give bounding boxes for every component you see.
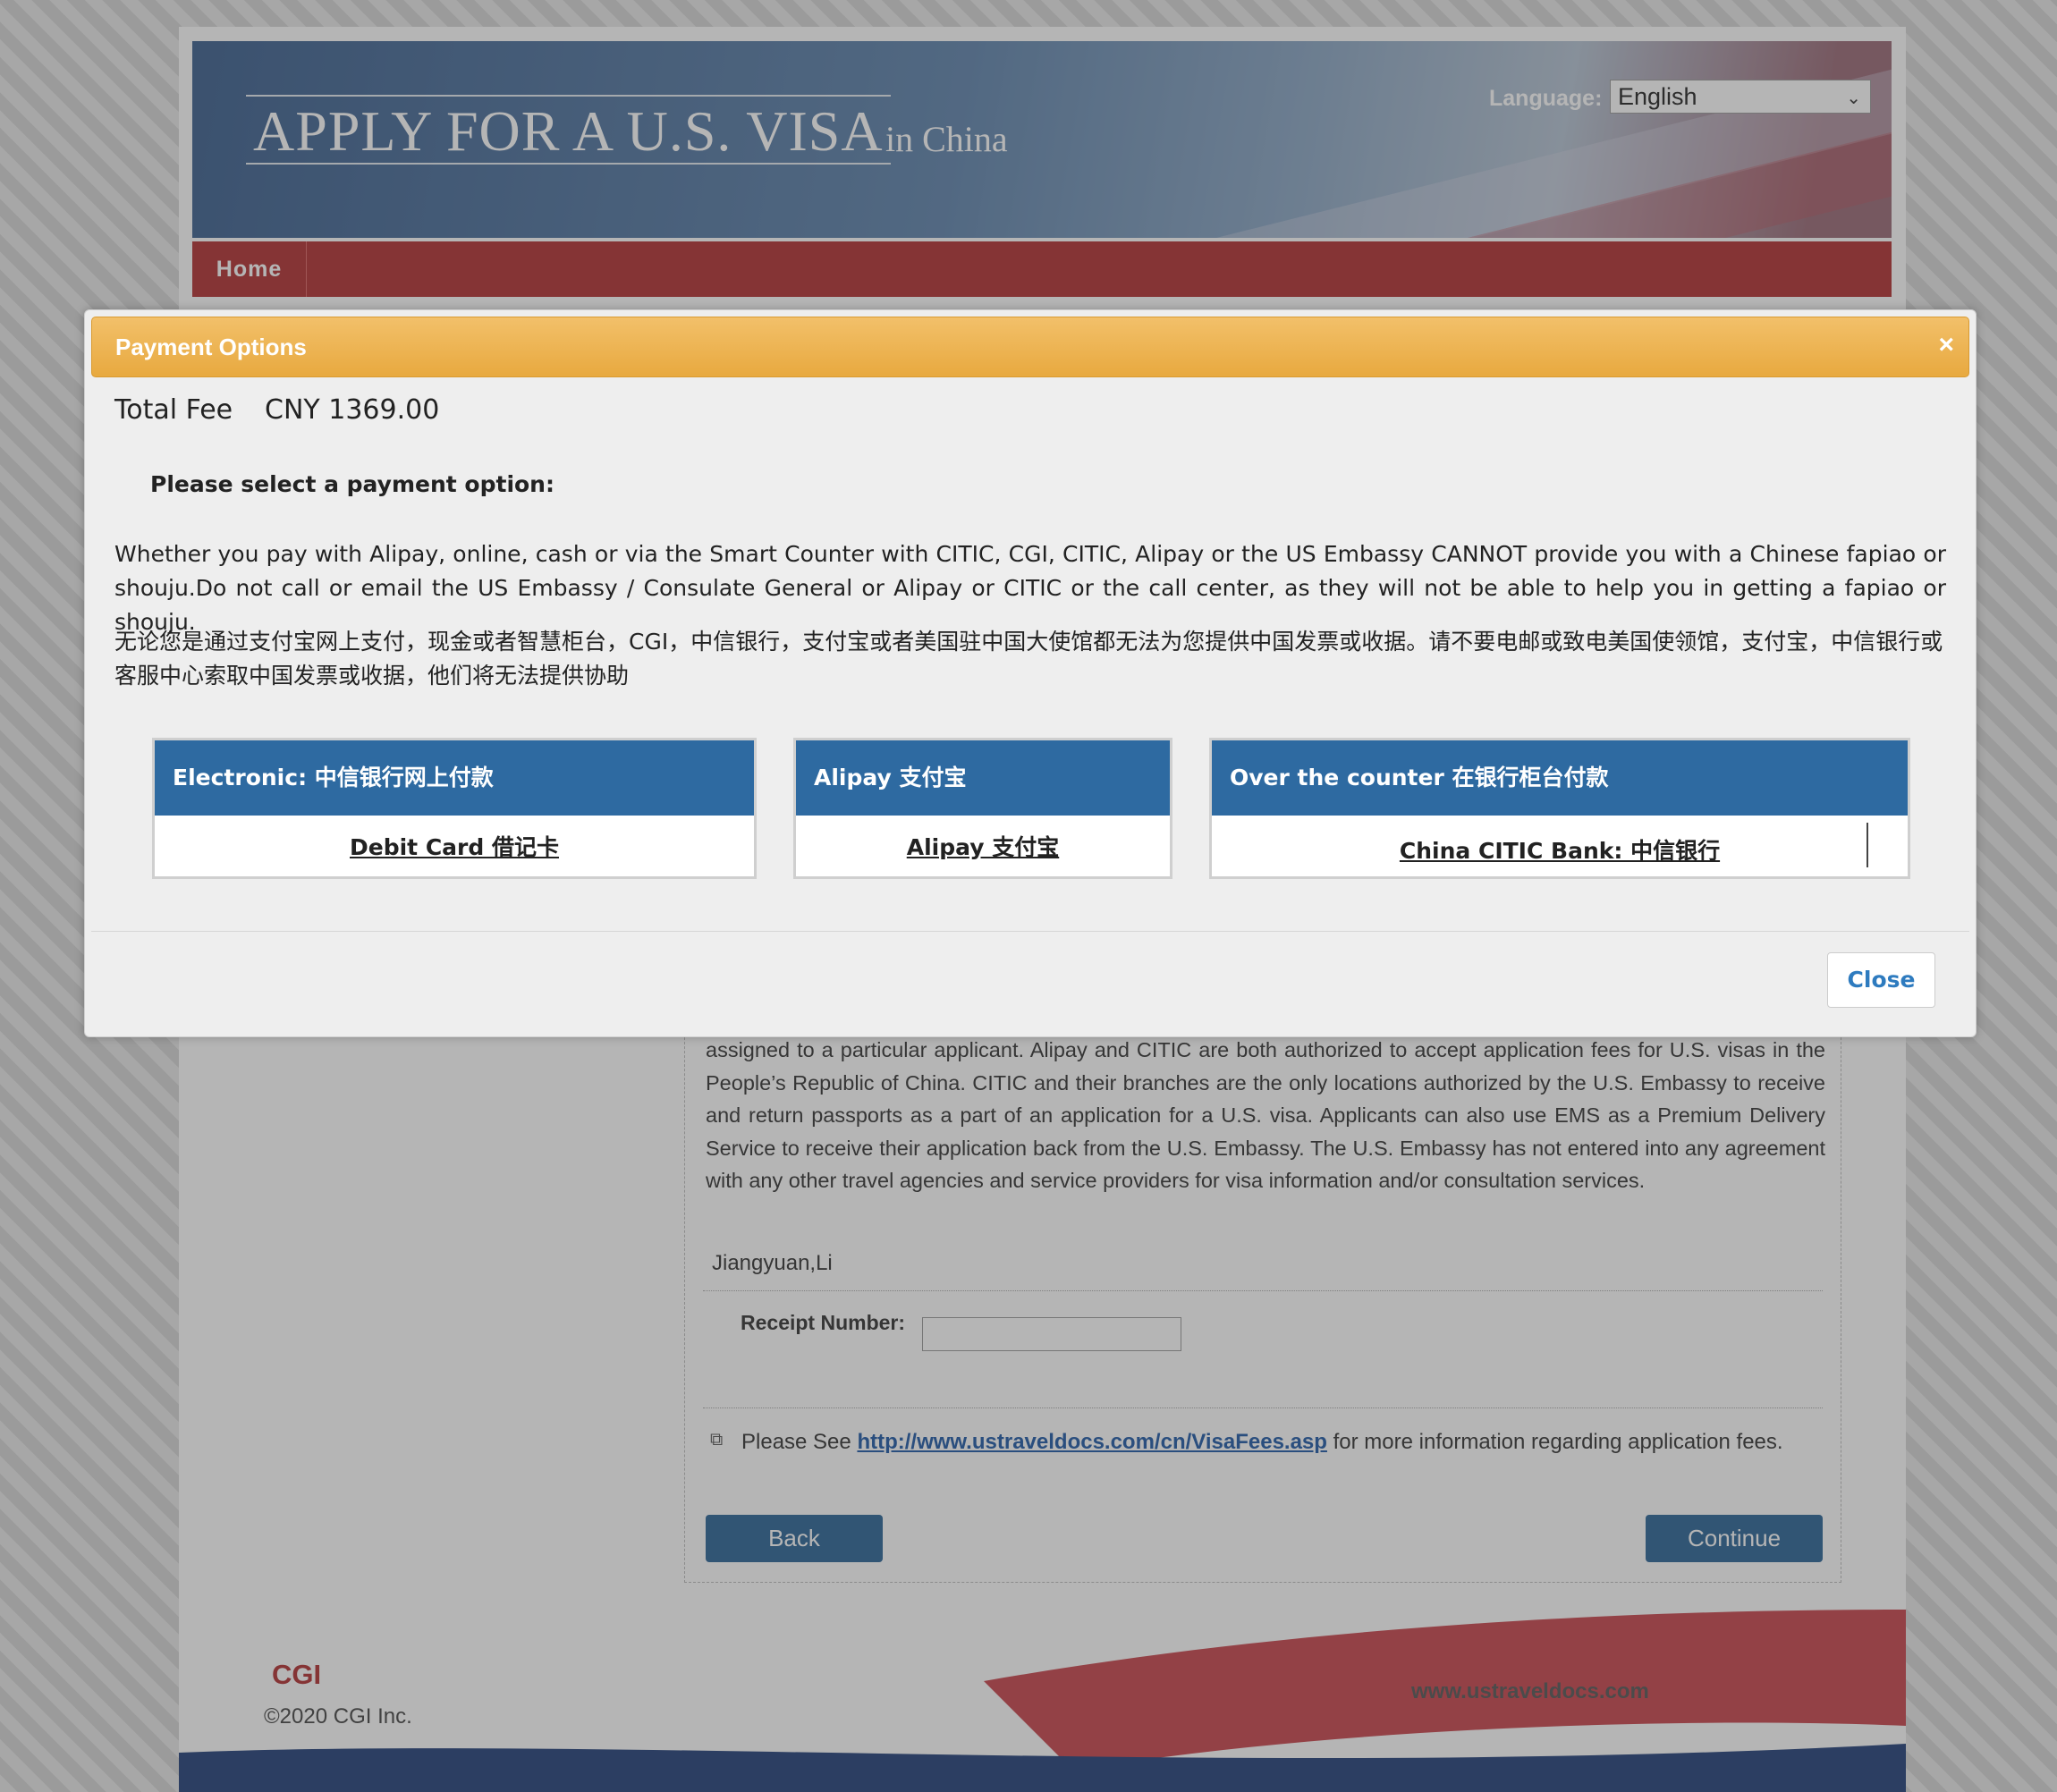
option-header: Alipay 支付宝 [796, 740, 1170, 816]
payment-option-electronic: Electronic: 中信银行网上付款 Debit Card 借记卡 [152, 738, 757, 879]
close-icon[interactable]: × [1938, 332, 1954, 359]
close-button[interactable]: Close [1827, 952, 1935, 1008]
payment-options-dialog: Payment Options × Total Fee CNY 1369.00 … [84, 309, 1977, 1037]
dialog-title: Payment Options [115, 334, 307, 360]
alipay-link[interactable]: Alipay 支付宝 [796, 830, 1170, 862]
fapiao-notice-english: Whether you pay with Alipay, online, cas… [114, 541, 1946, 635]
dialog-footer-divider [91, 931, 1969, 932]
option-header: Electronic: 中信银行网上付款 [155, 740, 754, 816]
payment-option-counter: Over the counter 在银行柜台付款 China CITIC Ban… [1209, 738, 1910, 879]
fapiao-notice-chinese: 无论您是通过支付宝网上支付，现金或者智慧柜台，CGI，中信银行，支付宝或者美国驻… [114, 629, 1943, 689]
payment-option-alipay: Alipay 支付宝 Alipay 支付宝 [793, 738, 1172, 879]
total-fee-label: Total Fee [114, 394, 233, 426]
debit-card-link[interactable]: Debit Card 借记卡 [155, 830, 754, 862]
text-cursor [1867, 823, 1868, 867]
option-header: Over the counter 在银行柜台付款 [1212, 740, 1908, 816]
dialog-header: Payment Options × [91, 317, 1969, 377]
citic-bank-link[interactable]: China CITIC Bank: 中信银行 [1212, 833, 1908, 866]
total-fee-value: CNY 1369.00 [265, 394, 440, 426]
payment-prompt: Please select a payment option: [150, 471, 554, 497]
